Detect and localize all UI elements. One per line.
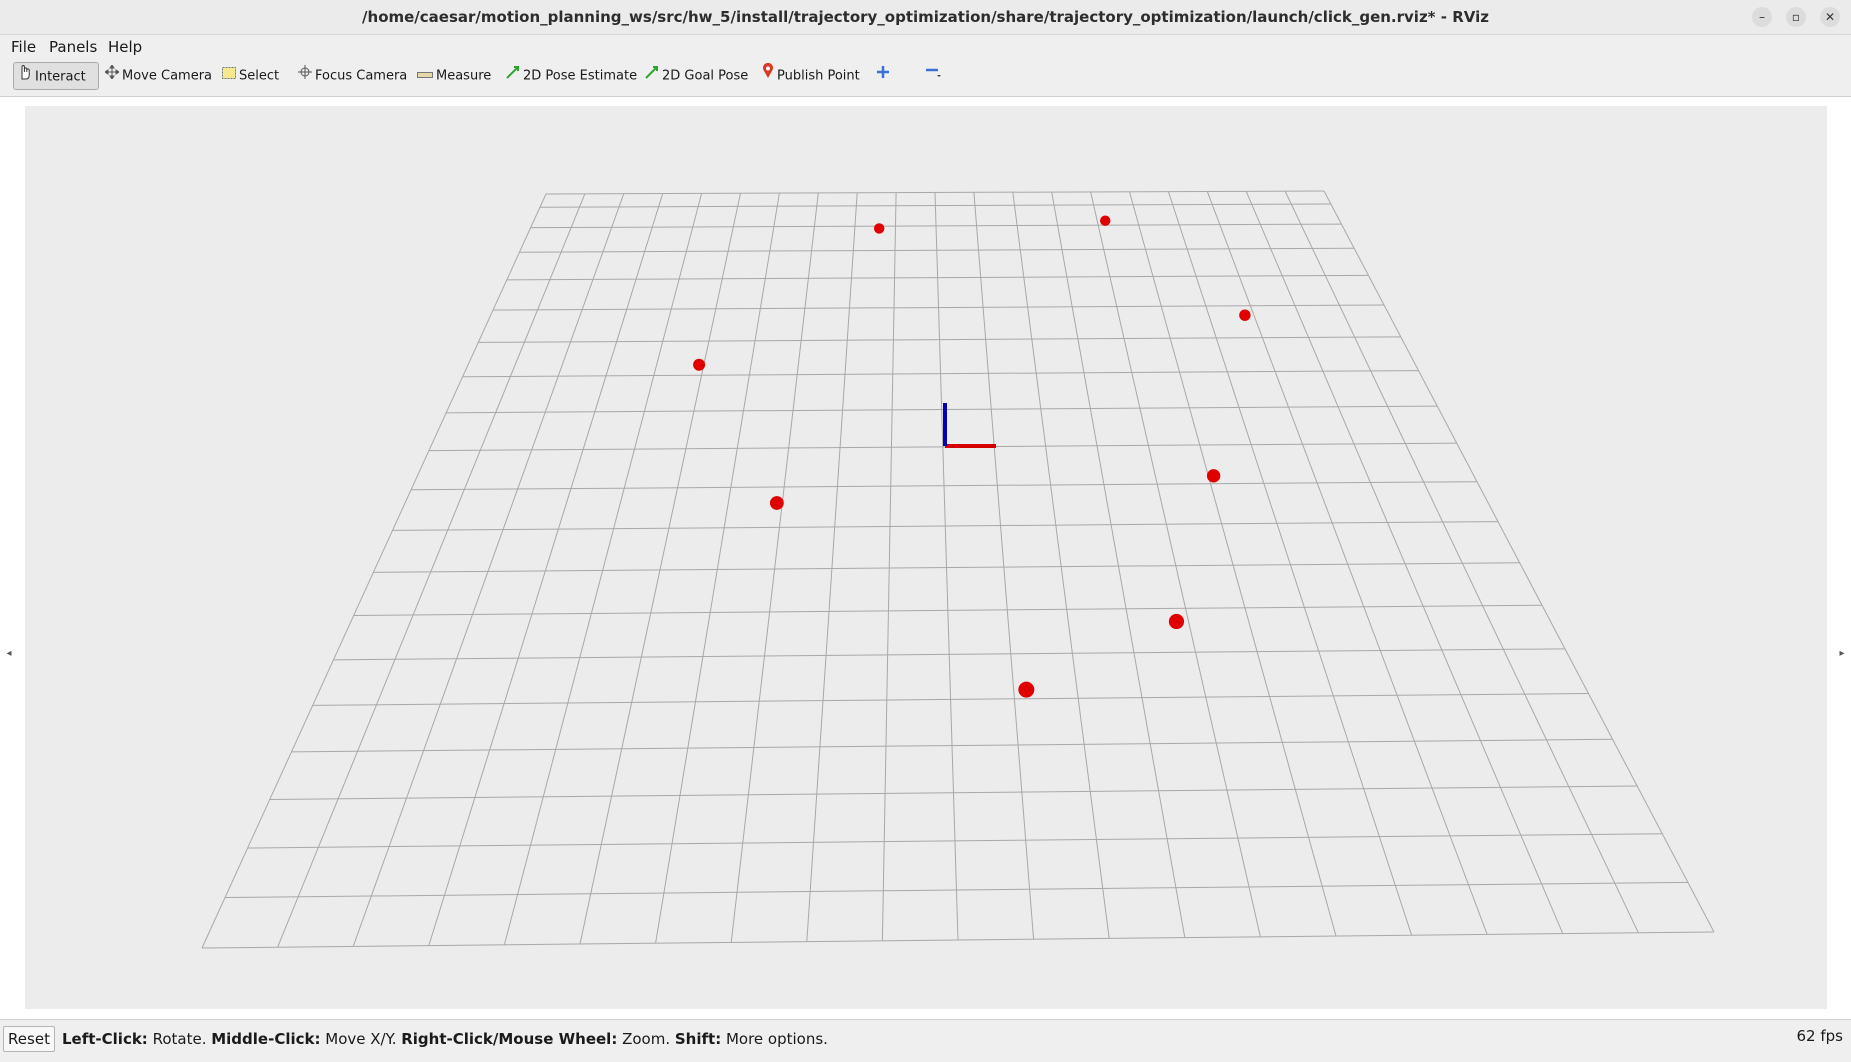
render-panel[interactable]: ◂ ▸	[0, 97, 1851, 1018]
tool-select[interactable]: Select	[218, 62, 283, 90]
tool-label: 2D Pose Estimate	[523, 68, 638, 84]
clicked-point-marker	[1100, 215, 1111, 226]
remove-tool-button[interactable]	[920, 62, 949, 90]
window-title: /home/caesar/motion_planning_ws/src/hw_5…	[362, 8, 1489, 26]
help-key: Shift:	[674, 1030, 722, 1048]
tool-label: Move Camera	[122, 68, 213, 84]
tool-publish-point[interactable]: Publish Point	[758, 62, 864, 90]
tools-toolbar: Interact Move Camera Select Focus Camera…	[0, 58, 1851, 97]
left-panel-collapse-icon[interactable]: ◂	[3, 645, 15, 663]
help-key: Left-Click:	[62, 1030, 148, 1048]
tool-move-camera[interactable]: Move Camera	[101, 62, 216, 90]
status-bar: Reset Left-Click: Rotate. Middle-Click: …	[0, 1019, 1851, 1062]
tool-label: Select	[239, 68, 280, 84]
clicked-point-marker	[1239, 309, 1251, 321]
fps-counter: 62 fps	[1796, 1027, 1843, 1045]
tool-2d-pose-estimate[interactable]: 2D Pose Estimate	[502, 62, 641, 90]
window-titlebar: /home/caesar/motion_planning_ws/src/hw_5…	[0, 0, 1851, 35]
menu-bar: File Panels Help	[0, 35, 1851, 58]
reset-button[interactable]: Reset	[3, 1026, 55, 1052]
close-icon[interactable]: ✕	[1820, 7, 1840, 27]
help-desc: More options.	[721, 1030, 828, 1048]
clicked-point-marker	[1168, 613, 1185, 630]
maximize-icon[interactable]: ▫	[1786, 7, 1806, 27]
clicked-point-marker	[873, 223, 885, 234]
clicked-point-marker	[769, 496, 784, 510]
select-icon	[222, 62, 236, 90]
menu-panels[interactable]: Panels	[49, 37, 97, 57]
clicked-point-marker	[1018, 681, 1035, 698]
tool-label: Measure	[436, 68, 492, 84]
green-arrow-icon	[645, 62, 659, 90]
map-pin-icon	[762, 62, 774, 90]
add-tool-button[interactable]	[872, 62, 897, 90]
plus-icon	[876, 62, 890, 90]
tool-label: Focus Camera	[315, 68, 408, 84]
help-key: Middle-Click:	[211, 1030, 321, 1048]
tool-2d-goal-pose[interactable]: 2D Goal Pose	[641, 62, 752, 90]
menu-file[interactable]: File	[11, 37, 36, 57]
right-panel-collapse-icon[interactable]: ▸	[1836, 645, 1848, 663]
tool-label: Interact	[35, 69, 86, 85]
help-desc: Zoom.	[617, 1030, 675, 1048]
focus-icon	[298, 62, 312, 90]
clicked-point-marker	[1206, 469, 1221, 483]
help-desc: Rotate.	[147, 1030, 212, 1048]
tool-measure[interactable]: Measure	[413, 62, 495, 90]
minus-icon	[924, 62, 942, 90]
mouse-help-text: Left-Click: Rotate. Middle-Click: Move X…	[62, 1026, 828, 1052]
minimize-icon[interactable]: –	[1752, 7, 1772, 27]
help-desc: Move X/Y.	[320, 1030, 402, 1048]
viewport-background	[25, 106, 1827, 1009]
help-key: Right-Click/Mouse Wheel:	[401, 1030, 618, 1048]
3d-viewport[interactable]	[0, 97, 1851, 1018]
move-icon	[104, 62, 120, 90]
menu-help[interactable]: Help	[108, 37, 142, 57]
hand-icon	[18, 63, 32, 91]
tool-focus-camera[interactable]: Focus Camera	[294, 62, 411, 90]
tool-label: 2D Goal Pose	[662, 68, 749, 84]
tool-label: Publish Point	[777, 68, 860, 84]
tool-interact[interactable]: Interact	[13, 62, 99, 90]
green-arrow-icon	[506, 62, 520, 90]
clicked-point-marker	[693, 358, 706, 371]
ruler-icon	[417, 62, 433, 90]
